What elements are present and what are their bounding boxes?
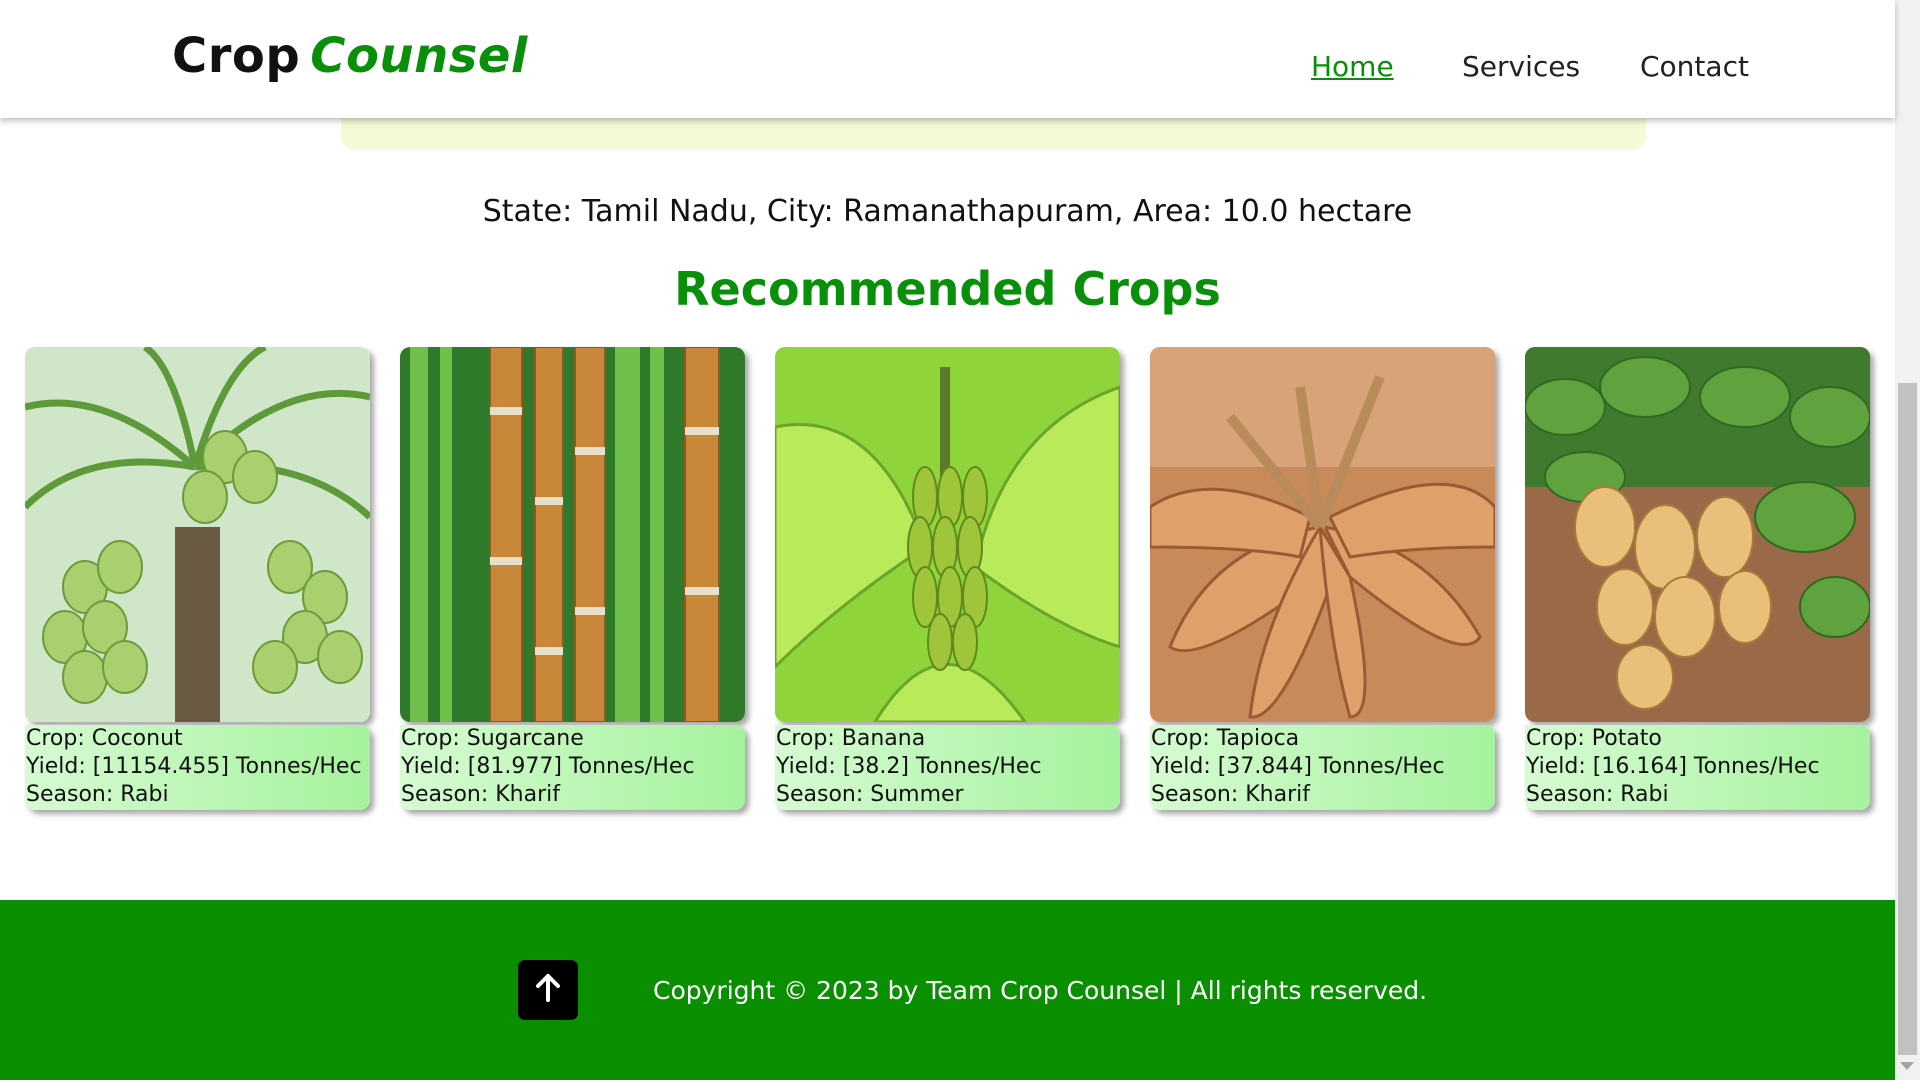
crop-season: Season: Kharif xyxy=(401,782,561,807)
crop-yield: Yield: [16.164] Tonnes/Hec xyxy=(1526,754,1820,779)
location-summary: State: Tamil Nadu, City: Ramanathapuram,… xyxy=(482,194,1413,229)
logo-word-crop: Crop xyxy=(172,28,301,84)
crop-card-potato: Crop: Potato Yield: [16.164] Tonnes/Hec … xyxy=(1525,347,1870,810)
crop-name: Crop: Tapioca xyxy=(1151,726,1300,751)
site-logo[interactable]: Crop Counsel xyxy=(172,28,528,84)
crop-season: Season: Summer xyxy=(776,782,964,807)
site-header: Crop Counsel Home Services Contact xyxy=(0,0,1895,118)
coconut-photo xyxy=(25,347,370,722)
crop-yield: Yield: [81.977] Tonnes/Hec xyxy=(401,754,695,779)
crop-card-tapioca: Crop: Tapioca Yield: [37.844] Tonnes/Hec… xyxy=(1150,347,1495,810)
crop-name: Crop: Sugarcane xyxy=(401,726,584,751)
page-scrollbar-thumb[interactable] xyxy=(1898,383,1917,1055)
nav-services-link[interactable]: Services xyxy=(1462,50,1580,83)
sugarcane-photo xyxy=(400,347,745,722)
crop-name: Crop: Banana xyxy=(776,726,926,751)
recommended-crops-heading: Recommended Crops xyxy=(674,262,1221,316)
crop-card-info: Crop: Sugarcane Yield: [81.977] Tonnes/H… xyxy=(400,725,745,810)
crop-yield: Yield: [11154.455] Tonnes/Hec xyxy=(26,754,362,779)
crop-yield: Yield: [37.844] Tonnes/Hec xyxy=(1151,754,1445,779)
crop-card-info: Crop: Potato Yield: [16.164] Tonnes/Hec … xyxy=(1525,725,1870,810)
crop-card-info: Crop: Tapioca Yield: [37.844] Tonnes/Hec… xyxy=(1150,725,1495,810)
crop-card-info: Crop: Banana Yield: [38.2] Tonnes/Hec Se… xyxy=(775,725,1120,810)
crop-card-coconut: Crop: Coconut Yield: [11154.455] Tonnes/… xyxy=(25,347,370,810)
banana-photo xyxy=(775,347,1120,722)
crop-card-sugarcane: Crop: Sugarcane Yield: [81.977] Tonnes/H… xyxy=(400,347,745,810)
arrow-up-icon xyxy=(535,974,561,1006)
crop-name: Crop: Coconut xyxy=(26,726,183,751)
potato-photo xyxy=(1525,347,1870,722)
scroll-to-top-button[interactable] xyxy=(518,960,578,1020)
crop-card-info: Crop: Coconut Yield: [11154.455] Tonnes/… xyxy=(25,725,370,810)
crop-season: Season: Rabi xyxy=(1526,782,1669,807)
logo-word-counsel: Counsel xyxy=(310,28,528,84)
copyright-text: Copyright © 2023 by Team Crop Counsel | … xyxy=(653,976,1428,1005)
crop-card-banana: Crop: Banana Yield: [38.2] Tonnes/Hec Se… xyxy=(775,347,1120,810)
nav-home-link[interactable]: Home xyxy=(1311,50,1394,83)
nav-contact-link[interactable]: Contact xyxy=(1640,50,1749,83)
crop-season: Season: Rabi xyxy=(26,782,169,807)
scroll-down-arrow-icon[interactable] xyxy=(1900,1062,1914,1070)
tapioca-photo xyxy=(1150,347,1495,722)
crop-season: Season: Kharif xyxy=(1151,782,1311,807)
crop-yield: Yield: [38.2] Tonnes/Hec xyxy=(776,754,1042,779)
crop-name: Crop: Potato xyxy=(1526,726,1662,751)
